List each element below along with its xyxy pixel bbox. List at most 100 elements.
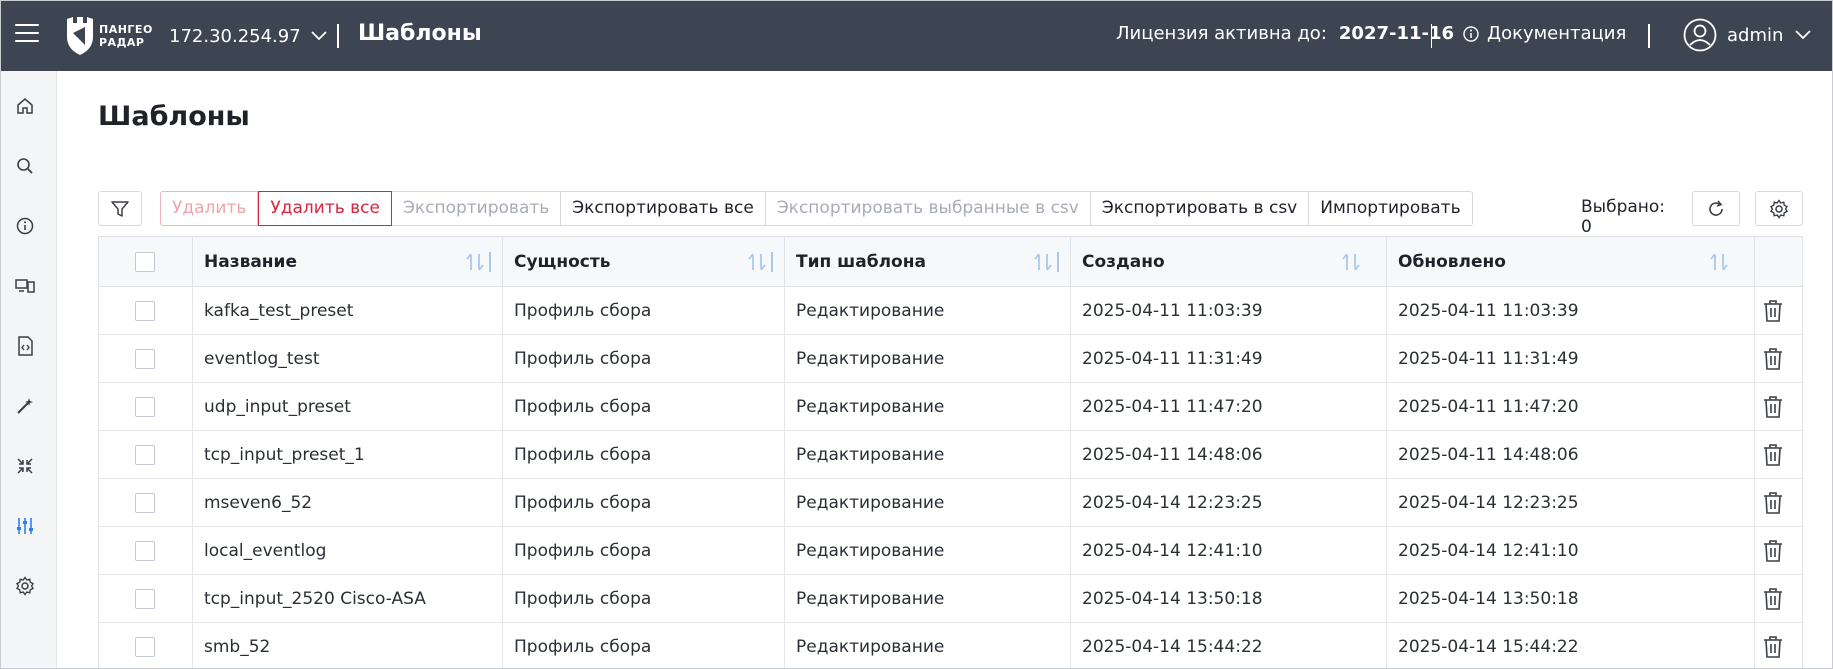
server-select[interactable]: 172.30.254.97 — [169, 23, 327, 49]
trash-icon[interactable] — [1762, 491, 1784, 515]
cell-created: 2025-04-11 11:31:49 — [1071, 335, 1387, 383]
devices-icon[interactable] — [13, 274, 37, 298]
column-header-created[interactable]: Создано — [1071, 237, 1387, 287]
table-header: Название Сущность Тип шаблона Создано Об… — [99, 237, 1802, 287]
row-select-cell — [99, 287, 193, 335]
cell-updated: 2025-04-14 15:44:22 — [1387, 623, 1755, 668]
row-select-cell — [99, 623, 193, 668]
row-checkbox[interactable] — [135, 493, 155, 513]
cell-name: eventlog_test — [193, 335, 503, 383]
cell-type: Редактирование — [785, 479, 1071, 527]
selected-count: Выбрано: 0 — [1581, 197, 1666, 237]
select-all-checkbox[interactable] — [135, 252, 155, 272]
trash-icon[interactable] — [1762, 395, 1784, 419]
cell-name: udp_input_preset — [193, 383, 503, 431]
chevron-down-icon — [1795, 30, 1812, 40]
table-row[interactable]: tcp_input_2520 Cisco-ASA Профиль сбора Р… — [99, 575, 1802, 623]
row-checkbox[interactable] — [135, 445, 155, 465]
sort-icon[interactable] — [466, 252, 494, 272]
sort-icon[interactable] — [1710, 252, 1732, 272]
column-label: Создано — [1082, 252, 1165, 272]
trash-icon[interactable] — [1762, 539, 1784, 563]
table-row[interactable]: local_eventlog Профиль сбора Редактирова… — [99, 527, 1802, 575]
row-checkbox[interactable] — [135, 541, 155, 561]
cell-type: Редактирование — [785, 431, 1071, 479]
cell-created: 2025-04-14 15:44:22 — [1071, 623, 1387, 668]
trash-icon[interactable] — [1762, 347, 1784, 371]
sort-icon[interactable] — [1342, 252, 1364, 272]
license-date: 2027-11-16 — [1338, 23, 1455, 44]
sort-icon[interactable] — [1034, 252, 1062, 272]
cell-entity: Профиль сбора — [503, 623, 785, 668]
cell-created: 2025-04-11 14:48:06 — [1071, 431, 1387, 479]
home-icon[interactable] — [13, 94, 37, 118]
logo-text: ПАНГЕО РАДАР — [99, 23, 153, 49]
delete-button[interactable]: Удалить — [160, 191, 259, 226]
table-row[interactable]: eventlog_test Профиль сбора Редактирован… — [99, 335, 1802, 383]
row-select-cell — [99, 575, 193, 623]
select-all-cell — [99, 237, 193, 287]
cell-type: Редактирование — [785, 527, 1071, 575]
cell-entity: Профиль сбора — [503, 287, 785, 335]
import-button[interactable]: Импортировать — [1309, 191, 1473, 226]
trash-icon[interactable] — [1762, 587, 1784, 611]
trash-icon[interactable] — [1762, 299, 1784, 323]
column-header-type[interactable]: Тип шаблона — [785, 237, 1071, 287]
column-header-name[interactable]: Название — [193, 237, 503, 287]
gear-icon[interactable] — [13, 574, 37, 598]
code-file-icon[interactable] — [13, 334, 37, 358]
trash-icon[interactable] — [1762, 443, 1784, 467]
table-settings-button[interactable] — [1755, 191, 1803, 226]
cell-entity: Профиль сбора — [503, 479, 785, 527]
cell-created: 2025-04-14 13:50:18 — [1071, 575, 1387, 623]
column-header-actions — [1755, 237, 1802, 287]
row-checkbox[interactable] — [135, 349, 155, 369]
row-checkbox[interactable] — [135, 637, 155, 657]
export-all-button[interactable]: Экспортировать все — [561, 191, 766, 226]
sort-icon[interactable] — [748, 252, 776, 272]
row-checkbox[interactable] — [135, 397, 155, 417]
brand-logo: ПАНГЕО РАДАР — [65, 15, 155, 57]
delete-all-button[interactable]: Удалить все — [258, 191, 392, 226]
cell-updated: 2025-04-14 12:23:25 — [1387, 479, 1755, 527]
table-row[interactable]: smb_52 Профиль сбора Редактирование 2025… — [99, 623, 1802, 668]
cell-updated: 2025-04-11 11:47:20 — [1387, 383, 1755, 431]
table-row[interactable]: tcp_input_preset_1 Профиль сбора Редакти… — [99, 431, 1802, 479]
info-icon[interactable] — [13, 214, 37, 238]
user-menu[interactable]: admin — [1683, 18, 1812, 52]
header-divider — [1648, 24, 1650, 48]
export-selected-csv-button[interactable]: Экспортировать выбранные в csv — [765, 191, 1091, 226]
table-row[interactable]: mseven6_52 Профиль сбора Редактирование … — [99, 479, 1802, 527]
column-header-entity[interactable]: Сущность — [503, 237, 785, 287]
export-csv-button[interactable]: Экспортировать в csv — [1090, 191, 1310, 226]
cell-updated: 2025-04-14 12:41:10 — [1387, 527, 1755, 575]
cell-created: 2025-04-14 12:41:10 — [1071, 527, 1387, 575]
row-checkbox[interactable] — [135, 301, 155, 321]
table-row[interactable]: udp_input_preset Профиль сбора Редактиро… — [99, 383, 1802, 431]
cell-entity: Профиль сбора — [503, 527, 785, 575]
magic-wand-icon[interactable] — [13, 394, 37, 418]
docs-link[interactable]: Документация — [1463, 23, 1626, 44]
license-label: Лицензия активна до: — [1116, 23, 1327, 44]
menu-icon[interactable] — [15, 24, 39, 44]
search-icon[interactable] — [13, 154, 37, 178]
table-row[interactable]: kafka_test_preset Профиль сбора Редактир… — [99, 287, 1802, 335]
row-select-cell — [99, 479, 193, 527]
column-label: Название — [204, 252, 297, 272]
header-divider — [1431, 24, 1432, 48]
column-header-updated[interactable]: Обновлено — [1387, 237, 1755, 287]
filter-button[interactable] — [98, 191, 142, 226]
cell-updated: 2025-04-11 14:48:06 — [1387, 431, 1755, 479]
row-select-cell — [99, 527, 193, 575]
cell-name: local_eventlog — [193, 527, 503, 575]
logo-line-1: ПАНГЕО — [99, 23, 153, 36]
cell-entity: Профиль сбора — [503, 431, 785, 479]
column-label: Сущность — [514, 252, 611, 272]
collapse-icon[interactable] — [13, 454, 37, 478]
cell-updated: 2025-04-11 11:03:39 — [1387, 287, 1755, 335]
sliders-icon[interactable] — [13, 514, 37, 538]
row-checkbox[interactable] — [135, 589, 155, 609]
trash-icon[interactable] — [1762, 635, 1784, 659]
export-button[interactable]: Экспортировать — [391, 191, 562, 226]
refresh-button[interactable] — [1692, 191, 1740, 226]
